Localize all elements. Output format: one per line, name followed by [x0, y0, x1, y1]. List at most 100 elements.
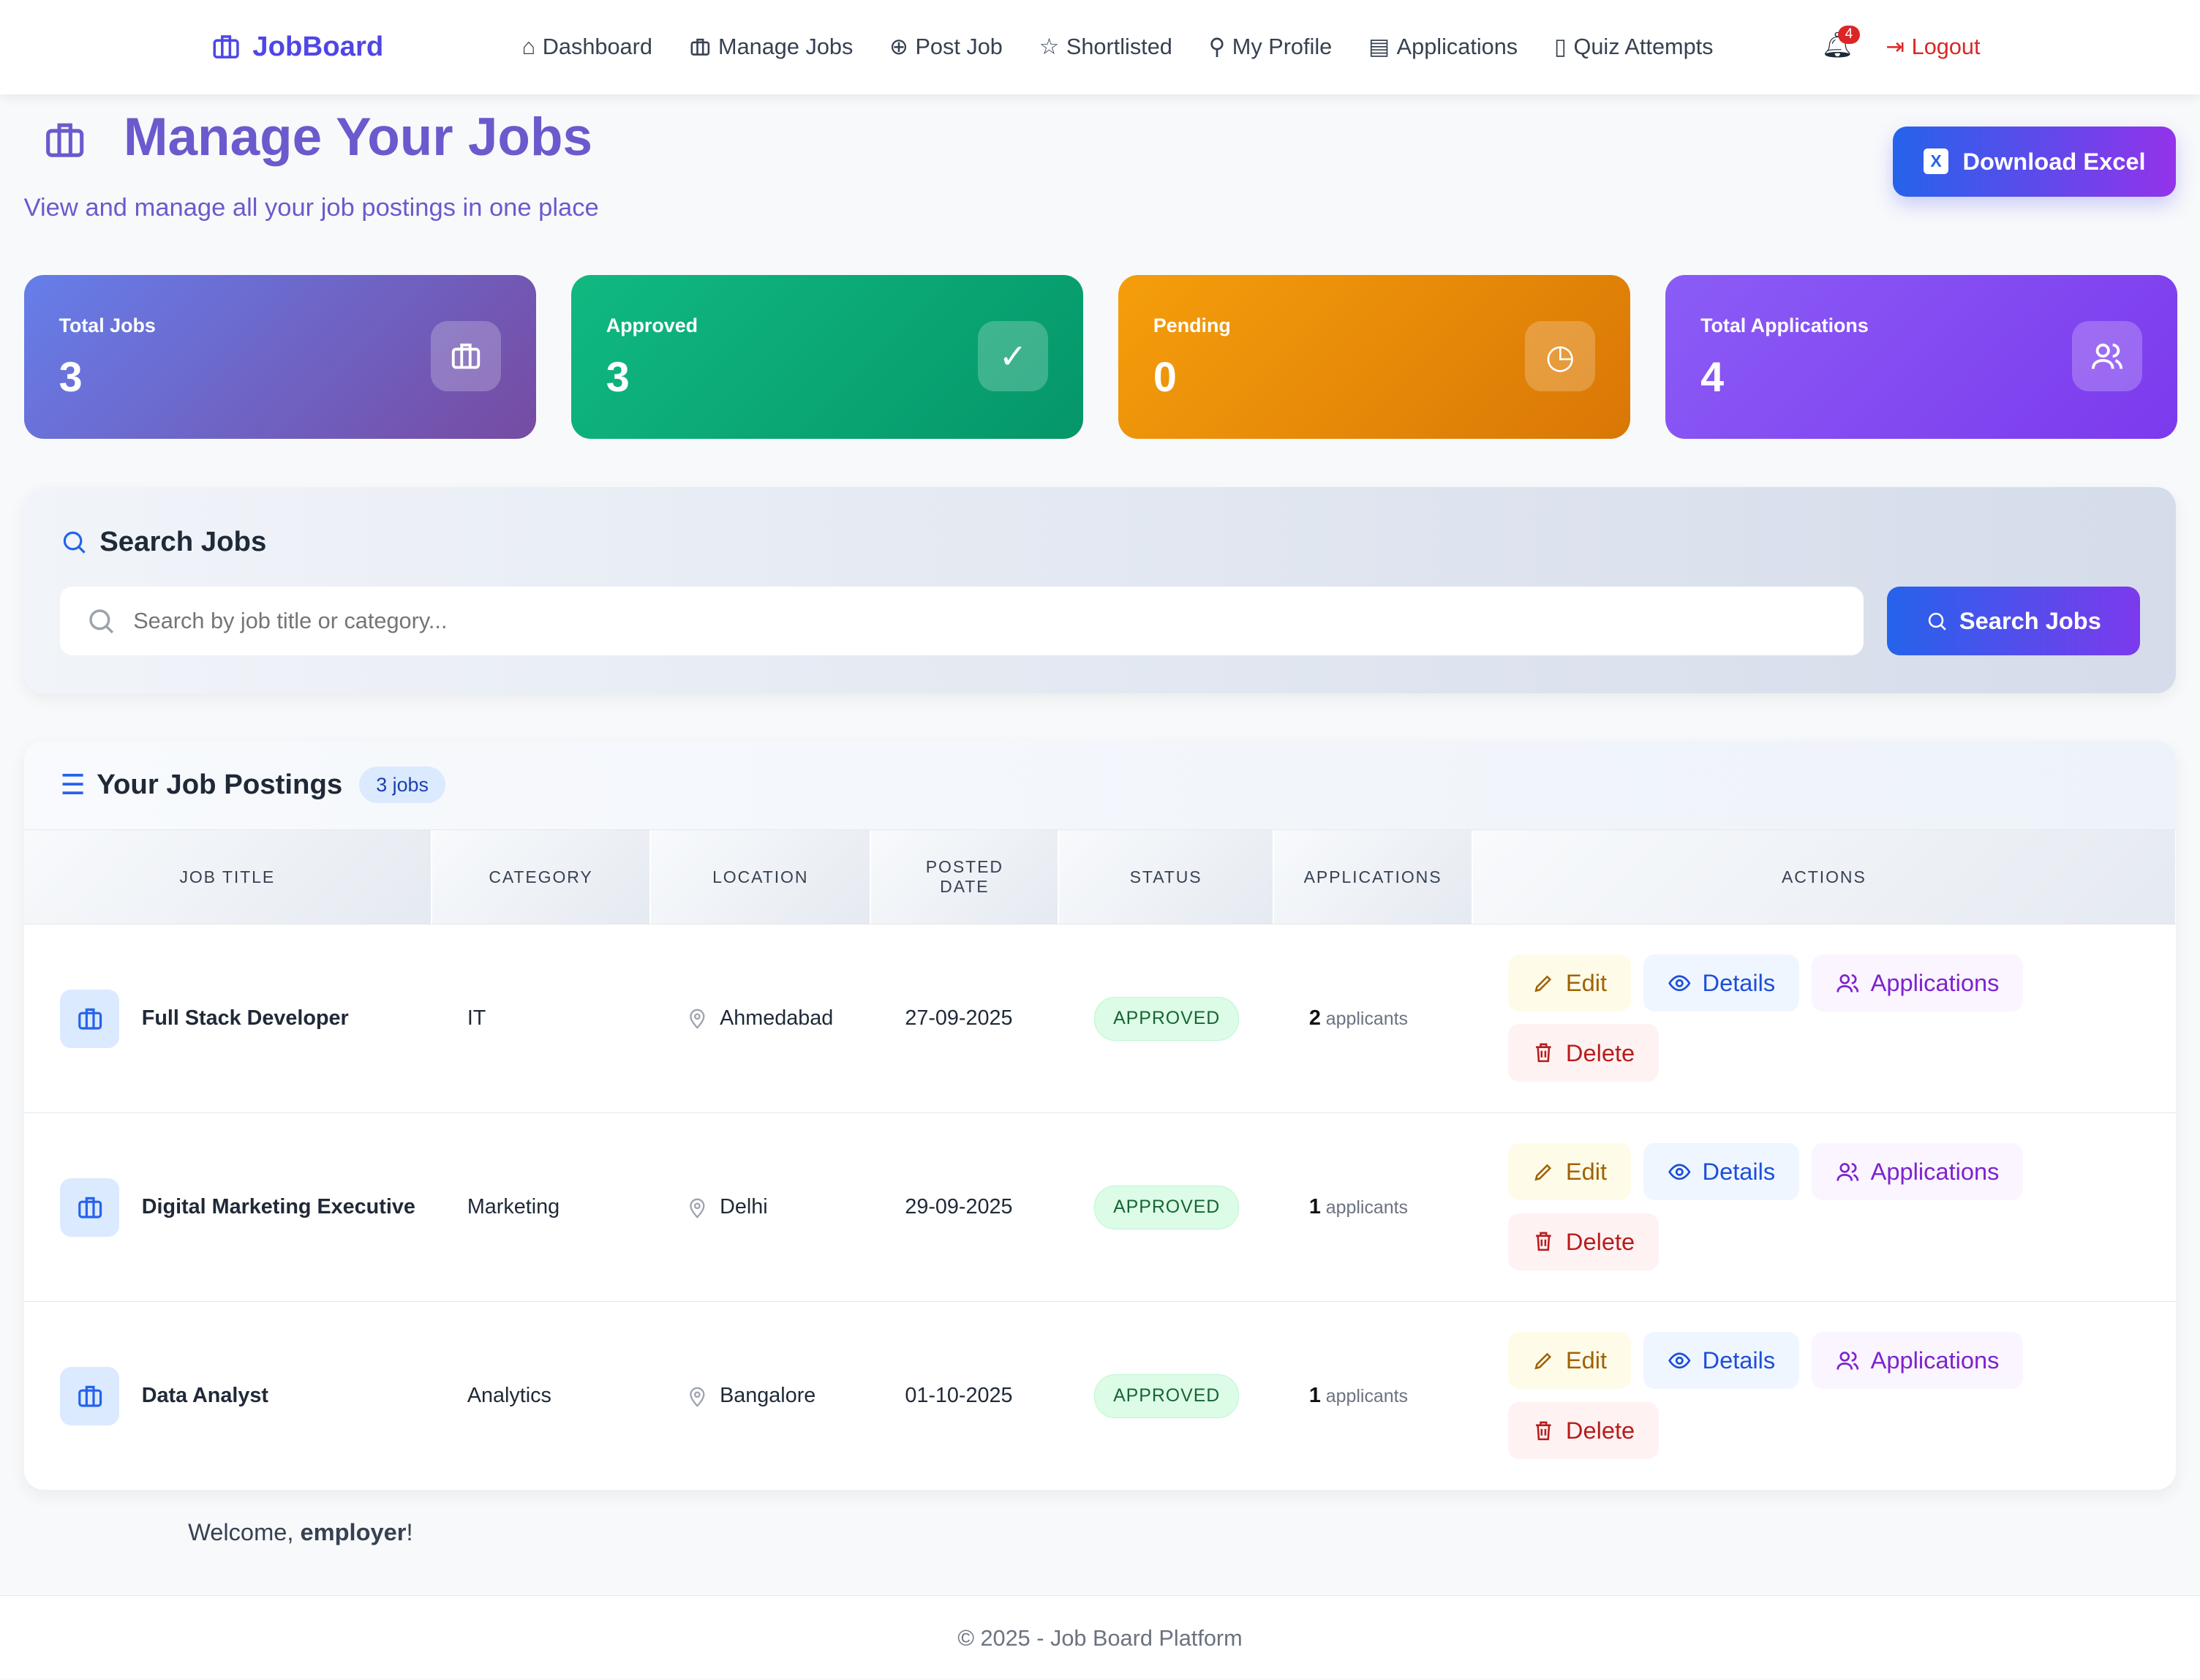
nav-label: Dashboard: [542, 34, 652, 60]
nav-manage-jobs[interactable]: Manage Jobs: [689, 34, 854, 60]
stat-label: Total Jobs: [59, 314, 156, 336]
nav-label: My Profile: [1232, 34, 1333, 60]
details-button[interactable]: Details: [1643, 1142, 1799, 1201]
applicants-number: 1: [1308, 1384, 1321, 1408]
search-icon: [86, 606, 116, 636]
download-excel-button[interactable]: X Download Excel: [1892, 126, 2177, 197]
location-text: Delhi: [720, 1195, 768, 1219]
nav-my-profile[interactable]: ⚲ My Profile: [1209, 34, 1332, 60]
details-button[interactable]: Details: [1643, 954, 1799, 1012]
stat-value: 4: [1700, 354, 1725, 402]
star-icon: ☆: [1039, 34, 1060, 60]
applications-button[interactable]: Applications: [1812, 1331, 2024, 1390]
search-jobs-button[interactable]: Search Jobs: [1887, 586, 2140, 655]
brand-logo[interactable]: JobBoard: [211, 31, 383, 63]
column-header: POSTED DATE: [871, 829, 1058, 924]
stat-label: Total Applications: [1700, 314, 1869, 336]
edit-button[interactable]: Edit: [1508, 954, 1631, 1012]
briefcase-icon: [42, 118, 87, 162]
delete-button[interactable]: Delete: [1508, 1213, 1659, 1271]
nav-post-job[interactable]: ⊕ Post Job: [889, 34, 1003, 60]
nav-shortlisted[interactable]: ☆ Shortlisted: [1039, 34, 1172, 60]
job-title: Data Analyst: [141, 1384, 268, 1408]
list-icon: ☰: [60, 769, 86, 801]
clock-icon: ◷: [1525, 321, 1596, 392]
home-icon: ⌂: [521, 34, 536, 60]
nav-applications[interactable]: ▤ Applications: [1368, 34, 1518, 60]
logout-link[interactable]: ⇥ Logout: [1886, 34, 1980, 60]
applicants-count: 2 applicants: [1309, 1006, 1408, 1031]
top-nav: JobBoard ⌂ Dashboard Manage Jobs ⊕ Post Jo…: [0, 0, 2200, 94]
notifications-button[interactable]: 🔔︎ 4: [1821, 25, 1860, 60]
job-title: Digital Marketing Executive: [141, 1195, 415, 1219]
applications-label: Applications: [1870, 968, 2000, 996]
eye-icon: [1668, 1349, 1692, 1373]
delete-button[interactable]: Delete: [1508, 1024, 1659, 1082]
pencil-icon: [1532, 972, 1555, 995]
location-text: Bangalore: [720, 1384, 816, 1408]
applicants-label: applicants: [1325, 1197, 1409, 1218]
welcome-prefix: Welcome,: [188, 1518, 301, 1545]
eye-icon: [1668, 1160, 1692, 1184]
applications-label: Applications: [1870, 1346, 2000, 1374]
applicants-count: 1 applicants: [1309, 1195, 1408, 1219]
nav-label: Manage Jobs: [718, 34, 854, 60]
column-header: STATUS: [1059, 829, 1273, 924]
table-row: Full Stack Developer IT Ahmedabad 27-09-…: [23, 924, 2177, 1114]
briefcase-icon: [60, 989, 120, 1049]
posted-date: 29-09-2025: [905, 1195, 1013, 1219]
edit-button[interactable]: Edit: [1508, 1142, 1631, 1201]
details-button[interactable]: Details: [1643, 1331, 1799, 1390]
briefcase-icon: [689, 36, 712, 59]
briefcase-icon: [430, 321, 501, 392]
nav-label: Post Job: [915, 34, 1003, 60]
table-row: Data Analyst Analytics Bangalore 01-10-2…: [24, 1302, 2177, 1490]
applicants-label: applicants: [1325, 1386, 1409, 1407]
table-title: Your Job Postings: [97, 769, 343, 801]
logout-icon: ⇥: [1886, 34, 1905, 60]
plus-circle-icon: ⊕: [889, 34, 908, 60]
page-title: Manage Your Jobs: [123, 107, 592, 167]
job-location: Bangalore: [686, 1384, 815, 1408]
search-field[interactable]: [60, 586, 1864, 655]
footer: © 2025 - Job Board Platform: [0, 1595, 2200, 1679]
status-badge: APPROVED: [1094, 1374, 1240, 1418]
stat-approved: Approved 3 ✓: [570, 275, 1083, 440]
applications-label: Applications: [1870, 1157, 2000, 1185]
search-icon: [60, 528, 88, 556]
location-pin-icon: [686, 1197, 709, 1219]
job-category: IT: [467, 1006, 486, 1031]
trash-icon: [1532, 1230, 1555, 1253]
search-input[interactable]: [130, 606, 1540, 636]
check-circle-icon: ✓: [978, 321, 1049, 392]
status-badge: APPROVED: [1094, 997, 1240, 1041]
delete-button[interactable]: Delete: [1508, 1401, 1659, 1460]
briefcase-icon: [60, 1178, 120, 1238]
details-label: Details: [1702, 1346, 1776, 1374]
nav-quiz-attempts[interactable]: ▯ Quiz Attempts: [1554, 34, 1714, 60]
users-icon: [1836, 1160, 1860, 1184]
users-icon: [1836, 1349, 1860, 1373]
notification-badge: 4: [1838, 25, 1860, 45]
logout-label: Logout: [1911, 34, 1981, 60]
excel-icon: X: [1923, 148, 1949, 174]
stat-value: 3: [606, 354, 630, 402]
details-label: Details: [1702, 968, 1776, 996]
applications-button[interactable]: Applications: [1812, 1142, 2024, 1201]
edit-button[interactable]: Edit: [1508, 1331, 1631, 1390]
eye-icon: [1668, 971, 1692, 995]
briefcase-icon: [211, 31, 241, 62]
edit-label: Edit: [1565, 968, 1608, 996]
download-label: Download Excel: [1962, 147, 2146, 175]
page-subtitle: View and manage all your job postings in…: [23, 193, 599, 222]
delete-label: Delete: [1565, 1039, 1635, 1066]
stat-value: 3: [59, 354, 83, 402]
nav-label: Quiz Attempts: [1573, 34, 1714, 60]
applicants-label: applicants: [1325, 1009, 1409, 1030]
book-icon: ▯: [1554, 34, 1567, 60]
pencil-icon: [1532, 1161, 1555, 1183]
posted-date: 01-10-2025: [905, 1384, 1013, 1408]
nav-dashboard[interactable]: ⌂ Dashboard: [522, 34, 652, 60]
stat-total-jobs: Total Jobs 3: [23, 275, 536, 440]
applications-button[interactable]: Applications: [1812, 954, 2024, 1012]
